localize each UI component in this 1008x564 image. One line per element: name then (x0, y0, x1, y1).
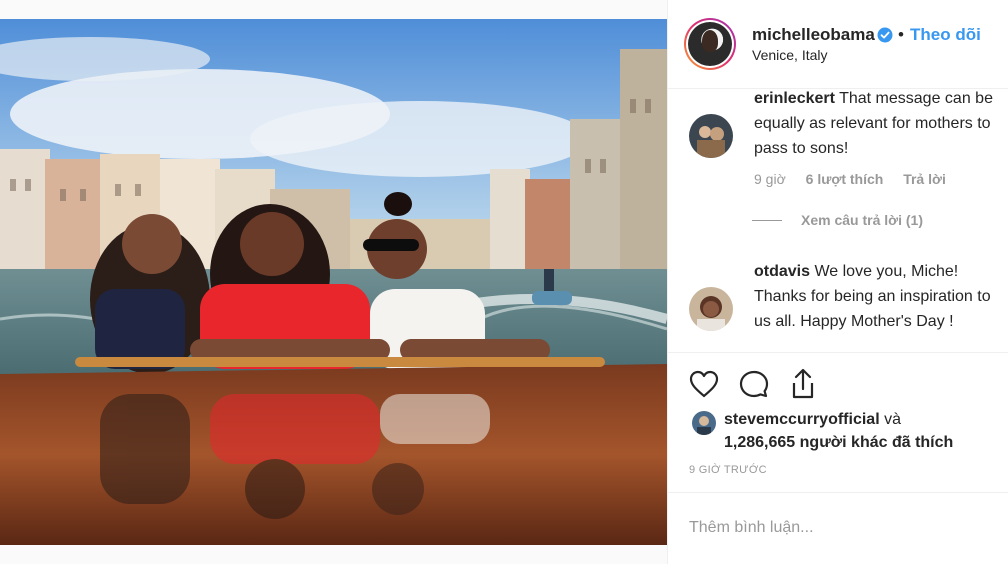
add-comment-input[interactable]: Thêm bình luận... (689, 519, 814, 537)
comment-text: erinleckert That message can be equally … (754, 89, 1008, 161)
likes-and: và (884, 411, 901, 428)
view-replies-button[interactable]: Xem câu trả lời (1) (801, 212, 923, 228)
comment-line-1: We love you, Miche! (814, 263, 959, 280)
comment-likes[interactable]: 6 lượt thích (806, 171, 884, 187)
comment-line-2: Thanks for being an inspiration to (754, 288, 991, 305)
heart-icon[interactable] (688, 369, 720, 399)
likes-count[interactable]: 1,286,665 (724, 434, 795, 451)
likes-others-text[interactable]: người khác đã thích (800, 434, 954, 451)
replies-divider (752, 220, 782, 221)
comment-time[interactable]: 9 giờ (754, 171, 786, 187)
comment-line-2: equally as relevant for mothers to (754, 115, 991, 132)
post-timestamp[interactable]: 9 GIỜ TRƯỚC (689, 464, 767, 476)
commenter-avatar[interactable] (689, 114, 733, 158)
likes-first-line: stevemccurryofficial và (724, 411, 901, 429)
comment-icon[interactable] (738, 369, 770, 401)
instagram-post-view: michelleobama • Theo dõi Venice, Italy e… (0, 0, 1008, 564)
reply-button[interactable]: Trả lời (903, 171, 946, 187)
comment-meta: 9 giờ 6 lượt thích Trả lời (754, 171, 962, 187)
comments-list: erinleckert That message can be equally … (668, 89, 1008, 353)
comment-username[interactable]: otdavis (754, 263, 810, 280)
venice-boat-photo (0, 19, 667, 545)
commenter-avatar[interactable] (689, 287, 733, 331)
share-icon[interactable] (788, 367, 818, 401)
post-side-panel: michelleobama • Theo dõi Venice, Italy e… (667, 0, 1008, 564)
post-actions: stevemccurryofficial và 1,286,665 người … (668, 353, 1008, 493)
comment-line-3: pass to sons! (754, 140, 849, 157)
comment-username[interactable]: erinleckert (754, 90, 835, 107)
follow-button[interactable]: Theo dõi (910, 25, 981, 45)
author-username[interactable]: michelleobama (752, 25, 875, 45)
post-photo[interactable] (0, 19, 667, 545)
comment-line-1: That message can be (839, 90, 993, 107)
likes-second-line[interactable]: 1,286,665 người khác đã thích (724, 434, 953, 452)
post-header: michelleobama • Theo dõi Venice, Italy (668, 0, 1008, 89)
comment-line-3: us all. Happy Mother's Day ! (754, 313, 954, 330)
post-location[interactable]: Venice, Italy (752, 47, 828, 63)
comment-text: otdavis We love you, Miche! Thanks for b… (754, 259, 1008, 334)
verified-badge-icon (877, 27, 893, 43)
liker-avatar[interactable] (692, 411, 716, 435)
author-avatar[interactable] (684, 18, 736, 70)
separator-dot: • (898, 25, 904, 44)
liker-username[interactable]: stevemccurryofficial (724, 411, 880, 428)
